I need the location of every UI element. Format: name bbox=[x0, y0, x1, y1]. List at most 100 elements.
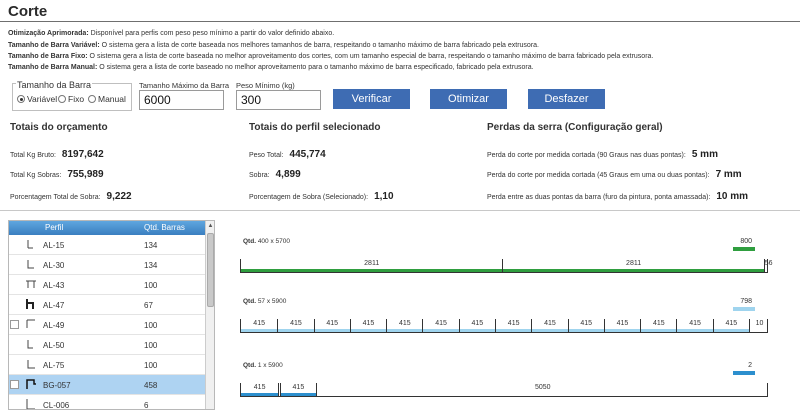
desc-manual: Tamanho de Barra Manual: O sistema gera … bbox=[8, 64, 534, 71]
cut-rest: 5050 bbox=[315, 383, 769, 396]
profile-name: AL-75 bbox=[43, 361, 65, 370]
desc-variable: Tamanho de Barra Variável: O sistema ger… bbox=[8, 42, 539, 49]
saw-loss-90: Perda do corte por medida cortada (90 Gr… bbox=[487, 149, 718, 160]
cut-piece[interactable]: 415 bbox=[495, 319, 532, 332]
table-row[interactable]: AL-30 134 bbox=[9, 255, 205, 275]
table-row[interactable]: AL-43 100 bbox=[9, 275, 205, 295]
leftover-indicator bbox=[733, 307, 755, 311]
cut-piece[interactable]: 415 bbox=[676, 319, 713, 332]
cut-piece[interactable]: 2811 bbox=[502, 259, 764, 272]
budget-gross-kg: Total Kg Bruto: 8197,642 bbox=[10, 149, 104, 160]
cut-bar: 415 415 5050 bbox=[240, 383, 768, 397]
cut-bar: 415 415 415 415 415 415 415 415 415 415 415 415 415 4… bbox=[240, 319, 768, 333]
cut-bar: 2811 2811 56 bbox=[240, 259, 773, 273]
cut-piece[interactable]: 415 bbox=[277, 319, 314, 332]
profile-shape-icon bbox=[26, 319, 35, 328]
profile-totals-title: Totais do perfil selecionado bbox=[249, 122, 381, 133]
table-row[interactable]: AL-50 100 bbox=[9, 335, 205, 355]
min-weight-label: Peso Mínimo (kg) bbox=[236, 81, 295, 90]
profile-shape-icon bbox=[27, 260, 34, 269]
table-row[interactable]: AL-49 100 bbox=[9, 315, 205, 335]
row-checkbox[interactable] bbox=[10, 320, 19, 329]
profile-name: CL-006 bbox=[43, 401, 70, 410]
cut-piece[interactable]: 415 bbox=[241, 319, 278, 332]
profile-shape-icon bbox=[27, 240, 33, 249]
verify-button[interactable]: Verificar bbox=[333, 89, 410, 109]
radio-fixo[interactable]: Fixo bbox=[58, 94, 84, 104]
profile-shape-icon bbox=[26, 280, 36, 288]
leftover-value: 798 bbox=[740, 298, 752, 305]
profile-leftover: Sobra: 4,899 bbox=[249, 169, 301, 180]
cut-piece[interactable]: 415 bbox=[422, 319, 459, 332]
profile-total-weight: Peso Total: 445,774 bbox=[249, 149, 326, 160]
table-row[interactable]: AL-47 67 bbox=[9, 295, 205, 315]
radio-manual[interactable]: Manual bbox=[88, 94, 126, 104]
profile-name: AL-43 bbox=[43, 281, 65, 290]
budget-leftover-kg: Total Kg Sobras: 755,989 bbox=[10, 169, 104, 180]
profile-qty: 67 bbox=[144, 301, 153, 310]
profiles-scrollbar[interactable]: ▲ bbox=[205, 221, 214, 409]
cut-piece[interactable]: 415 bbox=[603, 319, 641, 332]
cut-rest: 10 bbox=[749, 319, 769, 332]
leftover-indicator bbox=[733, 371, 755, 375]
profile-name: AL-47 bbox=[43, 301, 65, 310]
cut-piece[interactable]: 415 bbox=[386, 319, 423, 332]
profiles-table: Perfil Qtd. Barras AL-15 134 AL-30 134 AL-43… bbox=[8, 220, 215, 410]
bar-size-group-label: Tamanho da Barra bbox=[16, 80, 93, 90]
cut-piece[interactable]: 415 bbox=[567, 319, 604, 332]
saw-loss-45: Perda do corte por medida cortada (45 Gr… bbox=[487, 169, 742, 180]
cut-piece[interactable]: 415 bbox=[241, 383, 279, 396]
budget-leftover-pct: Porcentagem Total de Sobra: 9,222 bbox=[10, 191, 132, 202]
profile-shape-icon bbox=[26, 399, 35, 409]
radio-manual-dot[interactable] bbox=[88, 95, 96, 103]
cut-piece[interactable]: 415 bbox=[712, 319, 749, 332]
leftover-value: 800 bbox=[740, 238, 752, 245]
radio-fixo-dot[interactable] bbox=[58, 95, 66, 103]
profile-qty: 100 bbox=[144, 321, 158, 330]
profile-name: AL-49 bbox=[43, 321, 65, 330]
cut-piece[interactable]: 415 bbox=[349, 319, 387, 332]
budget-totals-title: Totais do orçamento bbox=[10, 122, 108, 133]
profile-qty: 458 bbox=[144, 381, 158, 390]
profile-name: BG-057 bbox=[43, 381, 71, 390]
profile-qty: 100 bbox=[144, 341, 158, 350]
column-qty[interactable]: Qtd. Barras bbox=[144, 223, 185, 232]
row-checkbox[interactable] bbox=[10, 380, 19, 389]
scroll-up-icon[interactable]: ▲ bbox=[207, 223, 214, 231]
desc-optimized: Otimização Aprimorada: Disponível para p… bbox=[8, 30, 335, 37]
cut-piece[interactable]: 415 bbox=[313, 319, 350, 332]
cut-piece[interactable]: 415 bbox=[640, 319, 677, 332]
title-divider bbox=[0, 21, 800, 22]
optimize-button[interactable]: Otimizar bbox=[430, 89, 507, 109]
cut-piece[interactable]: 415 bbox=[458, 319, 495, 332]
scroll-thumb[interactable] bbox=[207, 233, 214, 307]
profile-qty: 100 bbox=[144, 361, 158, 370]
profile-qty: 6 bbox=[144, 401, 149, 410]
leftover-indicator bbox=[733, 247, 755, 251]
radio-variavel-dot[interactable] bbox=[17, 95, 25, 103]
table-row[interactable]: BG-057 458 bbox=[9, 375, 205, 395]
column-profile[interactable]: Perfil bbox=[45, 223, 63, 232]
max-size-label: Tamanho Máximo da Barra bbox=[139, 81, 230, 90]
table-row[interactable]: AL-75 100 bbox=[9, 355, 205, 375]
profile-qty: 134 bbox=[144, 241, 158, 250]
cut-plan-qty: Qtd. 57 x 5900 bbox=[243, 298, 287, 305]
radio-variavel[interactable]: Variável bbox=[17, 94, 57, 104]
leftover-value: 2 bbox=[748, 362, 752, 369]
cut-piece[interactable]: 415 bbox=[278, 383, 316, 396]
table-row[interactable]: AL-15 134 bbox=[9, 235, 205, 255]
undo-button[interactable]: Desfazer bbox=[528, 89, 605, 109]
profile-shape-icon bbox=[27, 360, 35, 369]
profile-name: AL-50 bbox=[43, 341, 65, 350]
min-weight-input[interactable] bbox=[236, 90, 321, 110]
cut-plan-qty: Qtd. 1 x 5900 bbox=[243, 362, 283, 369]
section-divider bbox=[0, 210, 800, 211]
cut-piece[interactable]: 415 bbox=[531, 319, 568, 332]
profile-shape-icon bbox=[26, 299, 34, 309]
profile-name: AL-15 bbox=[43, 241, 65, 250]
saw-loss-ends: Perda entre as duas pontas da barra (fur… bbox=[487, 191, 749, 202]
cut-piece[interactable]: 2811 bbox=[241, 259, 503, 272]
profile-leftover-pct: Porcentagem de Sobra (Selecionado): 1,10 bbox=[249, 191, 394, 202]
table-row[interactable]: CL-006 6 bbox=[9, 395, 205, 410]
max-size-input[interactable] bbox=[139, 90, 224, 110]
